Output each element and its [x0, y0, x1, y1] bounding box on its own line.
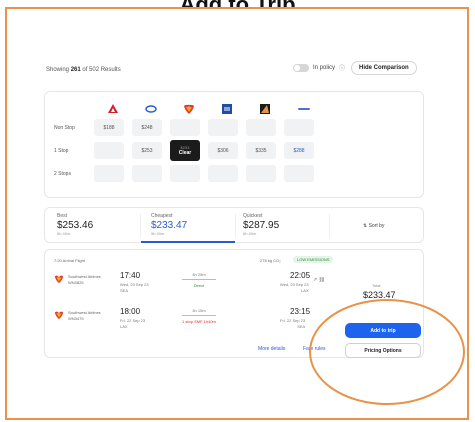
arrive-info: Wed, 20 Sep 23 LAX [280, 282, 309, 293]
depart-time: 17:40 [120, 271, 141, 280]
arrive-info: Fri, 22 Sep 23 SEA [280, 318, 306, 329]
matrix-cell[interactable] [94, 165, 124, 182]
depart-time: 18:00 [120, 307, 141, 316]
matrix-cell[interactable] [284, 165, 314, 182]
sort-tabs: Best $253.46 6h 40m Cheapest $233.47 9h … [44, 207, 424, 243]
results-count: Showing 261 of 502 Results [46, 67, 121, 73]
sort-quickest-tab[interactable]: Quickest $287.95 6h 40m [243, 213, 279, 236]
depart-info: Fri, 22 Sep 23 LAX [120, 318, 146, 329]
sort-cheapest-tab[interactable]: Cheapest $233.47 9h 40m [151, 213, 187, 236]
matrix-cell[interactable] [170, 119, 200, 136]
low-emissions-badge: LOW EMISSIONS [293, 256, 334, 263]
frontier-logo-icon[interactable] [259, 103, 271, 115]
matrix-cell[interactable] [246, 165, 276, 182]
arrive-time: 23:15 [290, 307, 311, 316]
matrix-cell[interactable]: $306 [208, 142, 238, 159]
divider [235, 214, 236, 238]
leg-duration: 4h 15m 1 stop SMF 1h40m [182, 308, 216, 324]
matrix-cell[interactable] [94, 142, 124, 159]
airline-price-matrix: Non Stop 1 Stop 2 Stops $188 $248 $253 $… [44, 91, 424, 198]
in-policy-label: In policy [313, 64, 336, 71]
highlight-circle [309, 299, 465, 405]
divider [329, 214, 330, 238]
united-logo-icon[interactable] [145, 103, 157, 115]
row-label-nonstop: Non Stop [54, 125, 75, 131]
price-label: Total [372, 283, 381, 288]
leg-tools: ↗ ⛓ [313, 277, 325, 283]
sort-best-tab[interactable]: Best $253.46 6h 40m [57, 213, 93, 236]
depart-info: Wed, 20 Sep 23 SEA [120, 282, 149, 293]
matrix-cell[interactable] [170, 165, 200, 182]
matrix-cell[interactable]: $288 [284, 142, 314, 159]
spirit-logo-icon[interactable] [297, 103, 311, 115]
matrix-cell[interactable] [208, 165, 238, 182]
co2-label: 278 kg CO₂ [260, 258, 281, 263]
matrix-cell[interactable]: $188 [94, 119, 124, 136]
alaska-logo-icon[interactable] [221, 103, 233, 115]
arrive-time: 22:05 [290, 271, 311, 280]
matrix-cell[interactable] [208, 119, 238, 136]
leg-carrier: Southwest Airlines WN3825 [68, 274, 101, 285]
divider [140, 214, 141, 238]
matrix-cell[interactable] [246, 119, 276, 136]
matrix-cell[interactable]: $248 [132, 119, 162, 136]
screenshot-frame: Showing 261 of 502 Results In policy ⓘ H… [5, 7, 469, 420]
share-icon[interactable]: ↗ [313, 277, 317, 283]
row-label-2stops: 2 Stops [54, 171, 71, 177]
sort-by-dropdown[interactable]: ⇅ Sort by [363, 223, 384, 229]
row-label-1stop: 1 Stop [54, 148, 69, 154]
active-tab-indicator [141, 241, 235, 243]
matrix-cell-selected[interactable]: $233 Clear [170, 140, 200, 161]
southwest-logo-icon[interactable] [183, 103, 195, 115]
in-policy-filter[interactable]: In policy ⓘ [293, 63, 345, 72]
leg-duration: 4h 25m Direct [181, 272, 217, 288]
matrix-cell[interactable]: $253 [132, 142, 162, 159]
more-details-link[interactable]: More details [258, 346, 285, 352]
result-header: 7:20 Arrival Flight [54, 258, 85, 263]
matrix-cell[interactable] [284, 119, 314, 136]
hide-comparison-button[interactable]: Hide Comparison [351, 61, 417, 75]
info-icon[interactable]: ⓘ [339, 63, 345, 72]
matrix-cell[interactable] [132, 165, 162, 182]
link-icon[interactable]: ⛓ [319, 277, 325, 283]
southwest-logo-icon [54, 275, 64, 284]
in-policy-toggle[interactable] [293, 63, 309, 72]
southwest-logo-icon [54, 311, 64, 320]
matrix-cell[interactable]: $335 [246, 142, 276, 159]
clear-selection-button[interactable]: Clear [179, 150, 192, 156]
delta-logo-icon[interactable] [107, 103, 119, 115]
leg-carrier: Southwest Airlines WN3475 [68, 310, 101, 321]
